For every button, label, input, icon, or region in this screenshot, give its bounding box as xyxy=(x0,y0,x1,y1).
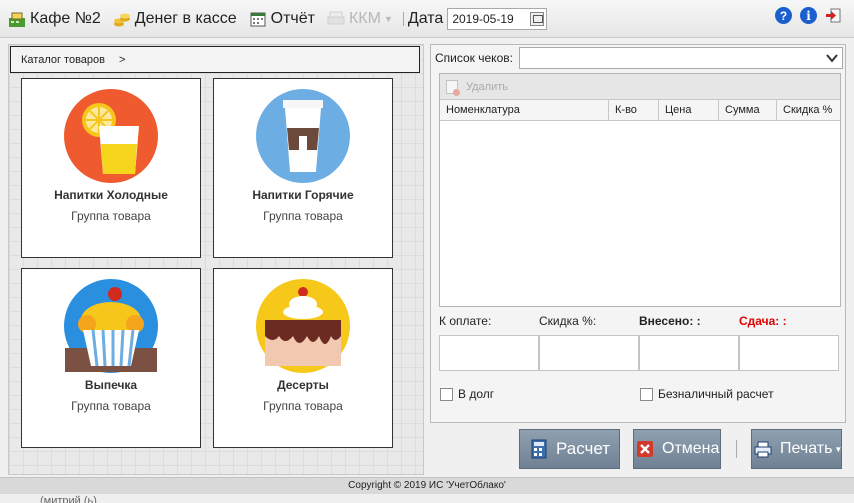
print-button[interactable]: Печать ▼ xyxy=(751,429,842,469)
discount-field[interactable] xyxy=(539,335,639,371)
tile-sub: Группа товара xyxy=(71,399,151,413)
coins-icon xyxy=(113,10,131,28)
help-icon[interactable]: ? xyxy=(775,7,792,24)
dessert-icon xyxy=(255,278,351,374)
close-icon xyxy=(636,439,654,459)
chevron-down-icon[interactable]: ▼ xyxy=(834,445,842,454)
to-pay-label: К оплате: xyxy=(439,314,492,328)
paid-field[interactable] xyxy=(639,335,739,371)
cashless-label: Безналичный расчет xyxy=(658,387,774,401)
toolbar-right-icons: ? i xyxy=(775,7,842,24)
check-items-grid: Удалить Номенклатура К-во Цена Сумма Ски… xyxy=(439,73,841,307)
checks-panel: Список чеков: Удалить Номенклатура К-во … xyxy=(430,44,846,423)
debt-label: В долг xyxy=(458,387,495,401)
debt-option[interactable]: В долг xyxy=(440,387,494,401)
to-pay-field[interactable] xyxy=(439,335,539,371)
tile-sub: Группа товара xyxy=(71,209,151,223)
column-discount[interactable]: Скидка % xyxy=(777,100,840,120)
column-nomenclature[interactable]: Номенклатура xyxy=(440,100,609,120)
tile-sub: Группа товара xyxy=(263,209,343,223)
cash-label: Денег в кассе xyxy=(134,9,237,27)
breadcrumb-catalog[interactable]: Каталог товаров xyxy=(21,54,105,66)
checks-select[interactable] xyxy=(519,47,843,69)
date-section: Дата 2019-05-19 xyxy=(408,7,553,31)
column-price[interactable]: Цена xyxy=(659,100,719,120)
tile-name: Напитки Холодные xyxy=(54,188,168,202)
debt-checkbox[interactable] xyxy=(440,387,453,401)
cold-drink-icon xyxy=(63,88,159,184)
cashless-option[interactable]: Безналичный расчет xyxy=(640,387,774,401)
tile-name: Десерты xyxy=(277,378,329,392)
toolbar-divider xyxy=(402,11,404,26)
column-qty[interactable]: К-во xyxy=(609,100,659,120)
change-label: Сдача: : xyxy=(739,314,787,328)
cupcake-icon xyxy=(63,278,159,374)
report-label: Отчёт xyxy=(270,9,315,27)
kkm-label: ККМ xyxy=(348,9,381,27)
grid-header: Номенклатура К-во Цена Сумма Скидка % xyxy=(440,100,840,121)
tile-hot-drinks[interactable]: Напитки Горячие Группа товара xyxy=(213,78,393,258)
calculate-label: Расчет xyxy=(556,439,611,458)
cash-register-icon xyxy=(8,10,26,28)
tile-cold-drinks[interactable]: Напитки Холодные Группа товара xyxy=(21,78,201,258)
calculator-icon xyxy=(530,439,548,459)
cashless-checkbox[interactable] xyxy=(640,387,653,401)
buttons-divider xyxy=(736,440,737,458)
calendar-icon[interactable] xyxy=(530,11,545,26)
tile-sub: Группа товара xyxy=(263,399,343,413)
grid-toolbar: Удалить xyxy=(440,74,840,100)
cancel-label: Отмена xyxy=(662,440,720,457)
catalog-panel: Каталог товаров > Напитки Холодные Групп… xyxy=(8,44,424,475)
breadcrumb-separator: > xyxy=(119,53,126,66)
discount-label: Скидка %: xyxy=(539,314,597,328)
delete-icon xyxy=(446,79,460,96)
totals-section: К оплате: Скидка %: Внесено: : Сдача: : xyxy=(439,311,841,375)
chevron-down-icon: ▼ xyxy=(383,13,393,24)
footer-copyright: Copyright © 2019 ИС 'УчетОблако' xyxy=(0,477,854,494)
kkm-menu[interactable]: ККМ ▼ xyxy=(321,7,399,31)
printer-icon xyxy=(754,439,772,459)
cash-button[interactable]: Денег в кассе xyxy=(107,7,243,31)
print-label: Печать xyxy=(780,440,833,457)
info-icon[interactable]: i xyxy=(800,7,817,24)
background-window-text: (митрий (ь) xyxy=(0,494,854,503)
chevron-down-icon xyxy=(826,54,838,63)
tile-desserts[interactable]: Десерты Группа товара xyxy=(213,268,393,448)
checks-label: Список чеков: xyxy=(435,51,513,65)
exit-icon[interactable] xyxy=(825,7,842,24)
date-field[interactable]: 2019-05-19 xyxy=(447,7,548,30)
main-toolbar: Кафе №2 Денег в кассе Отчёт ККМ ▼ Дата 2… xyxy=(0,0,854,38)
paid-label: Внесено: : xyxy=(639,314,701,328)
totals-inputs xyxy=(439,335,841,371)
date-label: Дата xyxy=(407,9,444,27)
printer-disabled-icon xyxy=(327,10,345,28)
calculate-button[interactable]: Расчет xyxy=(519,429,620,469)
column-sum[interactable]: Сумма xyxy=(719,100,777,120)
change-field[interactable] xyxy=(739,335,839,371)
date-value: 2019-05-19 xyxy=(452,11,514,26)
cancel-button[interactable]: Отмена xyxy=(633,429,721,469)
totals-labels: К оплате: Скидка %: Внесено: : Сдача: : xyxy=(439,311,841,331)
tile-pastry[interactable]: Выпечка Группа товара xyxy=(21,268,201,448)
tile-name: Напитки Горячие xyxy=(252,188,354,202)
cafe-label: Кафе №2 xyxy=(30,9,101,27)
report-button[interactable]: Отчёт xyxy=(243,7,321,31)
calendar-report-icon xyxy=(249,10,267,28)
delete-button[interactable]: Удалить xyxy=(466,81,508,93)
cafe-button[interactable]: Кафе №2 xyxy=(2,7,107,31)
tile-name: Выпечка xyxy=(84,378,138,392)
checks-select-row: Список чеков: xyxy=(435,47,843,69)
breadcrumb: Каталог товаров > xyxy=(10,46,420,73)
hot-drink-icon xyxy=(255,88,351,184)
